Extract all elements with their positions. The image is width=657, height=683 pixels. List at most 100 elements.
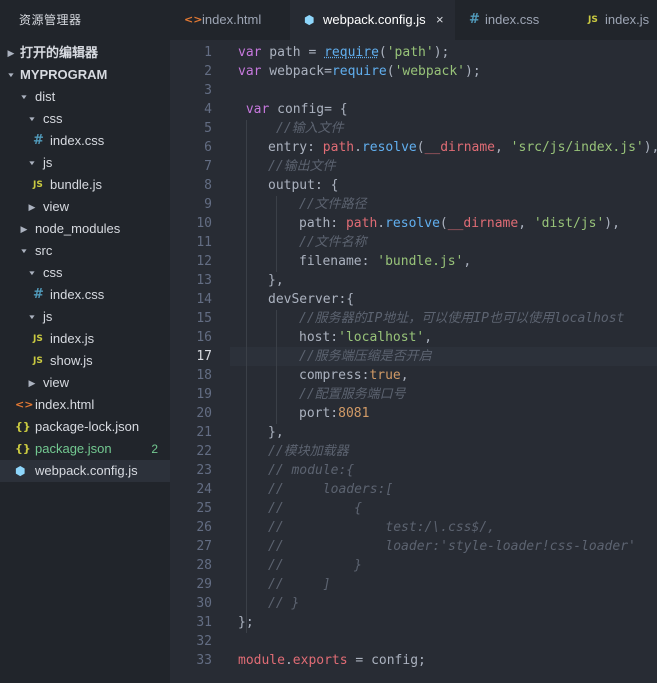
tree-file-bundle-js[interactable]: JS bundle.js [0, 174, 170, 196]
json-file-icon: {} [15, 420, 31, 433]
code-token: devServer:{ [268, 292, 355, 307]
tab-index-js[interactable]: JS index.js [570, 0, 657, 40]
code-token: , [495, 140, 511, 155]
code-token: resolve [385, 216, 440, 231]
tree-item-label: node_modules [35, 221, 121, 236]
code-token: . [377, 216, 386, 231]
code-token: entry: [268, 140, 323, 155]
tree-item-label: view [43, 199, 70, 214]
code-token: }, [268, 425, 284, 440]
line-number: 6 [204, 140, 212, 155]
code-token: // } [268, 596, 300, 611]
json-file-icon: {} [15, 442, 31, 455]
tree-file-src-index-css[interactable]: # index.css [0, 284, 170, 306]
line-number: 5 [204, 121, 212, 136]
code-token: 'src/js/index.js' [510, 140, 644, 155]
code-token: //文件路径 [299, 197, 367, 212]
line-number: 12 [196, 254, 212, 269]
code-token: require [324, 45, 379, 60]
tree-folder-dist-js[interactable]: ▼ js [0, 152, 170, 174]
code-token: 'bundle.js' [377, 254, 464, 269]
project-label: MYPROGRAM [20, 67, 108, 82]
tab-webpack-config-js[interactable]: ⬢ webpack.config.js × [290, 0, 455, 40]
code-token: webpack= [261, 64, 332, 79]
code-token: __dirname [424, 140, 496, 155]
code-token: , [518, 216, 534, 231]
line-number: 31 [196, 615, 212, 630]
line-number: 4 [204, 102, 212, 117]
tree-folder-dist-view[interactable]: ▶ view [0, 196, 170, 218]
tree-folder-src[interactable]: ▼ src [0, 240, 170, 262]
js-file-icon: JS [33, 334, 43, 344]
code-line-24: // loaders:[ [268, 480, 393, 499]
code-token: 'webpack' [394, 64, 466, 79]
code-line-14: devServer:{ [268, 290, 354, 309]
code-line-27: // loader:'style-loader!css-loader' [268, 537, 636, 556]
code-token: ( [439, 216, 448, 231]
editor-tab-bar: <> index.html ⬢ webpack.config.js × # in… [170, 0, 657, 40]
webpack-file-icon: ⬢ [15, 464, 26, 478]
code-line-30: // } [268, 594, 299, 613]
code-token: // module:{ [268, 463, 355, 478]
code-token: //模块加载器 [268, 444, 349, 459]
tree-folder-src-css[interactable]: ▼ css [0, 262, 170, 284]
line-number: 10 [196, 216, 212, 231]
tree-folder-dist[interactable]: ▼ dist [0, 86, 170, 108]
tab-index-css[interactable]: # index.css [455, 0, 570, 40]
modified-count-badge: 2 [151, 442, 158, 456]
css-file-icon: # [33, 287, 44, 302]
code-line-18: compress:true, [299, 366, 409, 385]
code-token: 'path' [386, 45, 434, 60]
code-token: 'dist/js' [533, 216, 605, 231]
open-editors-section[interactable]: ▶ 打开的编辑器 [0, 42, 170, 64]
code-line-28: // } [268, 556, 362, 575]
js-file-icon: JS [33, 180, 43, 190]
line-number: 24 [196, 482, 212, 497]
code-token: //服务器的IP地址，可以使用IP也可以使用localhost [299, 311, 625, 326]
code-line-16: host:'localhost', [299, 328, 432, 347]
tree-folder-dist-css[interactable]: ▼ css [0, 108, 170, 130]
code-token: //文件名称 [299, 235, 367, 250]
open-editors-label: 打开的编辑器 [20, 45, 99, 60]
tree-file-package-json[interactable]: {} package.json 2 [0, 438, 170, 460]
code-line-22: //模块加载器 [268, 442, 349, 461]
tree-item-label: index.css [50, 133, 105, 148]
line-number: 14 [196, 292, 212, 307]
chevron-right-icon: ▶ [7, 48, 15, 58]
tree-file-show-js[interactable]: JS show.js [0, 350, 170, 372]
code-editor[interactable]: 1 2 3 4 5 6 7 8 9 10 11 12 13 14 15 16 17 18 19 20 21 22 23 24 2… [170, 40, 657, 683]
tree-file-package-lock-json[interactable]: {} package-lock.json [0, 416, 170, 438]
close-icon[interactable]: × [436, 0, 444, 40]
code-token: , [400, 368, 409, 383]
tree-item-label: js [43, 309, 53, 324]
tree-folder-node-modules[interactable]: ▶ node_modules [0, 218, 170, 240]
code-line-29: // ] [268, 575, 331, 594]
tree-file-webpack-config-js[interactable]: ⬢ webpack.config.js [0, 460, 170, 482]
code-token: compress: [299, 368, 370, 383]
code-token: var [238, 64, 262, 79]
tree-file-dist-index-css[interactable]: # index.css [0, 130, 170, 152]
indent-guide [246, 120, 247, 633]
line-number: 1 [204, 45, 212, 60]
code-token: config= { [269, 102, 348, 117]
code-token: ), [643, 140, 657, 155]
code-token: //输入文件 [276, 121, 344, 136]
code-line-26: // test:/\.css$/, [268, 518, 495, 537]
code-line-19: //配置服务端口号 [299, 385, 406, 404]
tree-folder-src-view[interactable]: ▶ view [0, 372, 170, 394]
tab-index-html[interactable]: <> index.html [170, 0, 290, 40]
tree-folder-src-js[interactable]: ▼ js [0, 306, 170, 328]
html-file-icon: <> [184, 13, 203, 26]
line-number: 8 [204, 178, 212, 193]
code-line-33: module.exports = config; [238, 651, 426, 670]
tree-file-index-js[interactable]: JS index.js [0, 328, 170, 350]
code-token: }, [268, 273, 284, 288]
tree-file-index-html[interactable]: <> index.html [0, 394, 170, 416]
tree-item-label: package-lock.json [35, 419, 140, 434]
chevron-down-icon: ▼ [27, 115, 37, 123]
line-number: 25 [196, 501, 212, 516]
line-number: 21 [196, 425, 212, 440]
code-line-5: //输入文件 [276, 119, 344, 138]
code-token: var [238, 45, 262, 60]
project-section[interactable]: ▼ MYPROGRAM [0, 64, 170, 86]
